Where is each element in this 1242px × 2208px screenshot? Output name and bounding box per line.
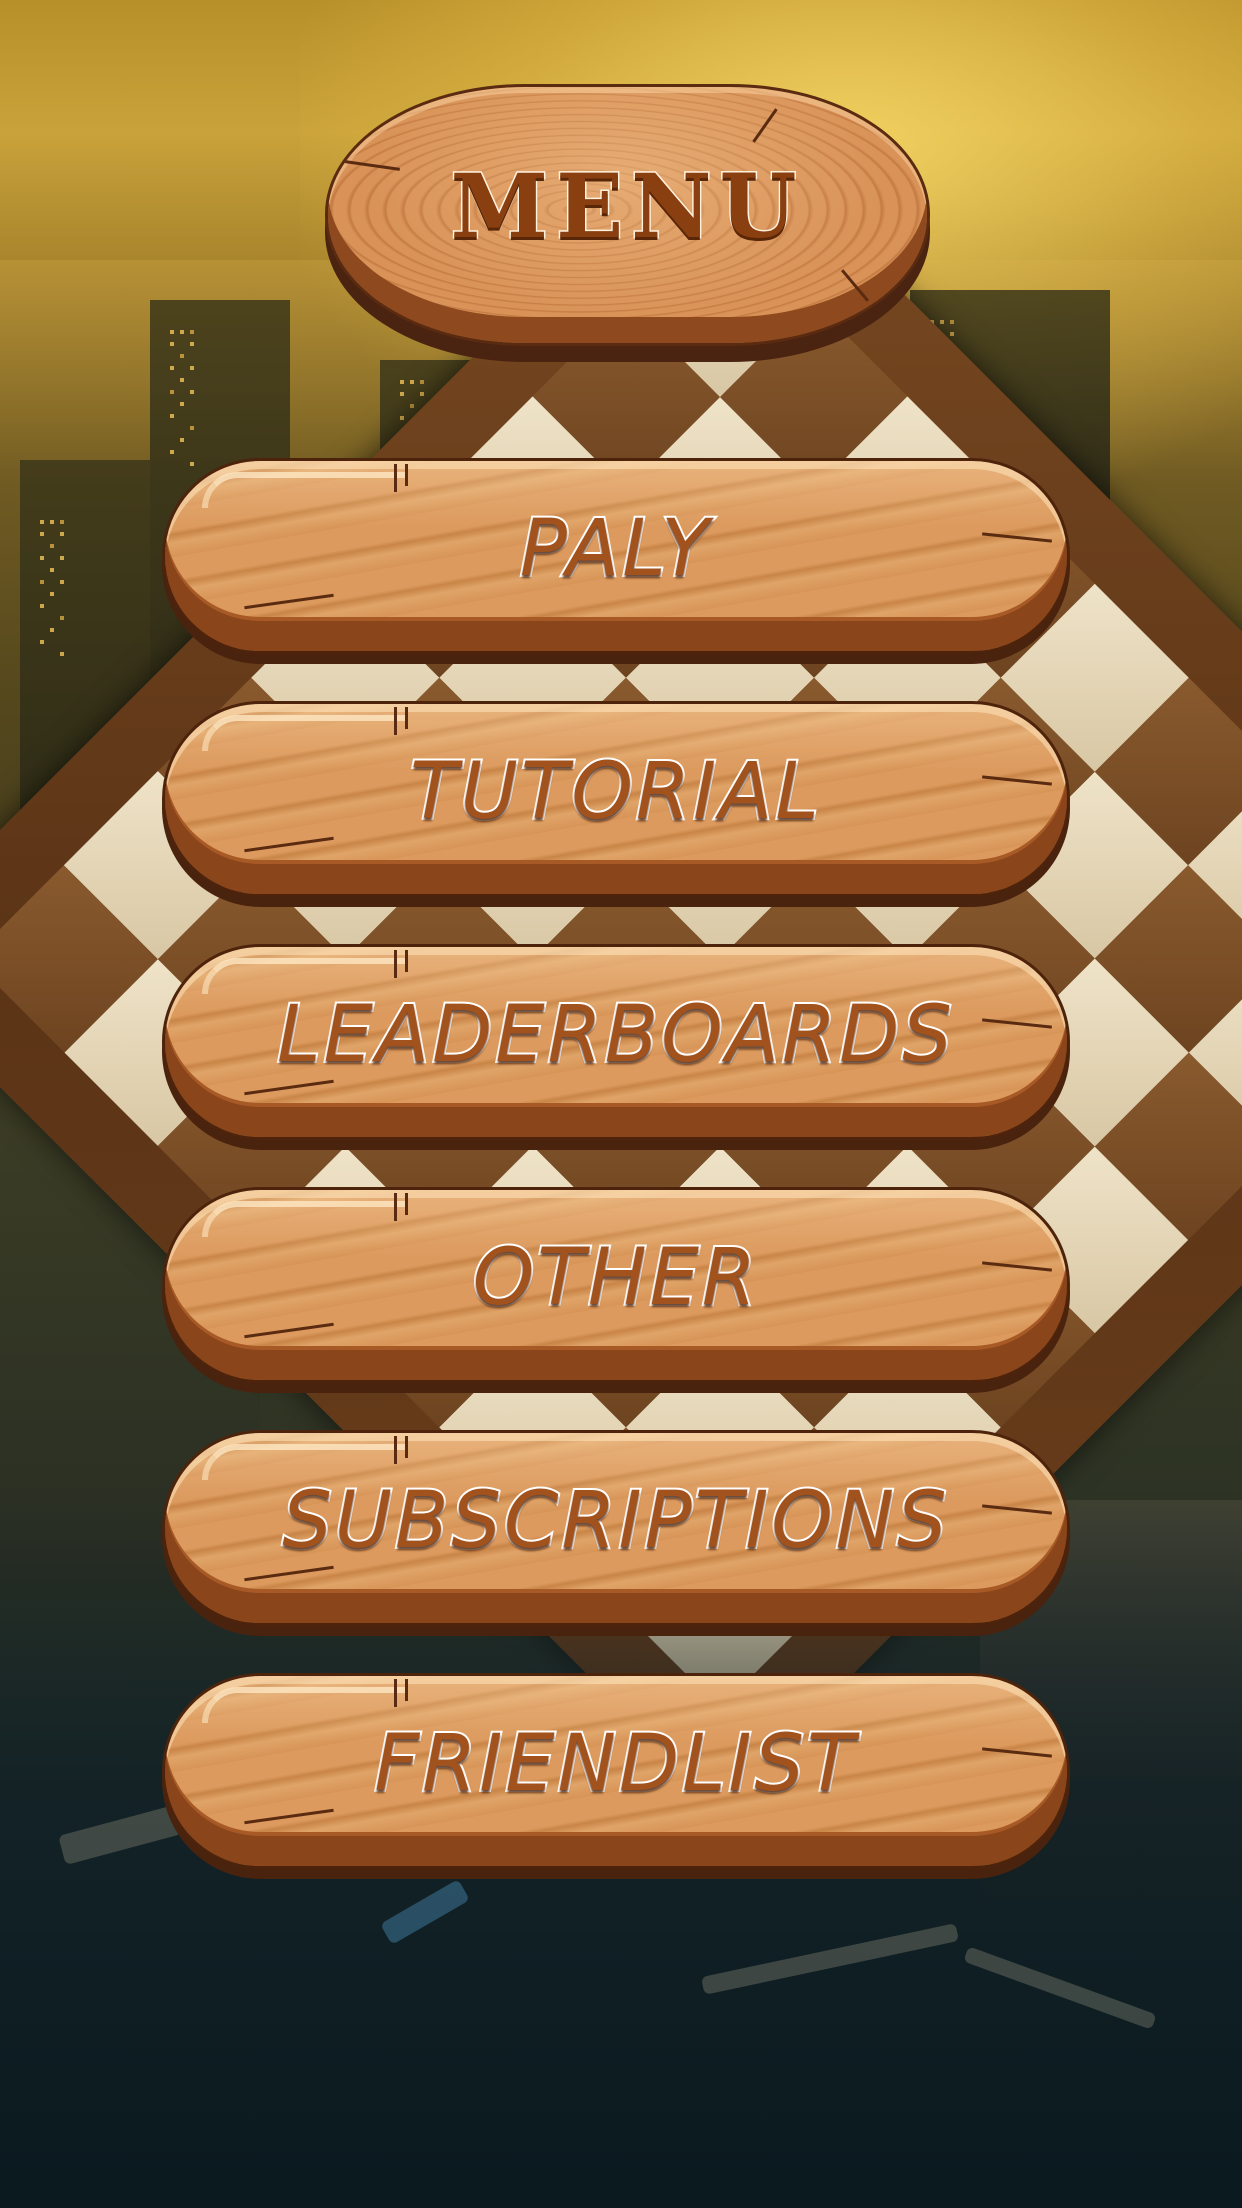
- subscriptions-button-label: SUBSCRIPTIONS: [280, 1474, 950, 1568]
- friendlist-button[interactable]: FRIENDLIST: [162, 1673, 1070, 1879]
- friendlist-button-label: FRIENDLIST: [372, 1717, 858, 1811]
- other-button[interactable]: OTHER: [162, 1187, 1070, 1393]
- play-button-label: PALY: [518, 502, 713, 596]
- subscriptions-button[interactable]: SUBSCRIPTIONS: [162, 1430, 1070, 1636]
- play-button[interactable]: PALY: [162, 458, 1070, 664]
- tutorial-button-label: TUTORIAL: [408, 745, 822, 839]
- leaderboards-button[interactable]: LEADERBOARDS: [162, 944, 1070, 1150]
- other-button-label: OTHER: [471, 1231, 760, 1325]
- menu-title: MENU: [449, 153, 805, 260]
- menu-title-plaque: MENU: [325, 84, 930, 362]
- tutorial-button[interactable]: TUTORIAL: [162, 701, 1070, 907]
- game-menu-screen: MENU PALY TUTORIAL LEADERBOARDS OTHER SU…: [0, 0, 1242, 2208]
- leaderboards-button-label: LEADERBOARDS: [275, 988, 955, 1082]
